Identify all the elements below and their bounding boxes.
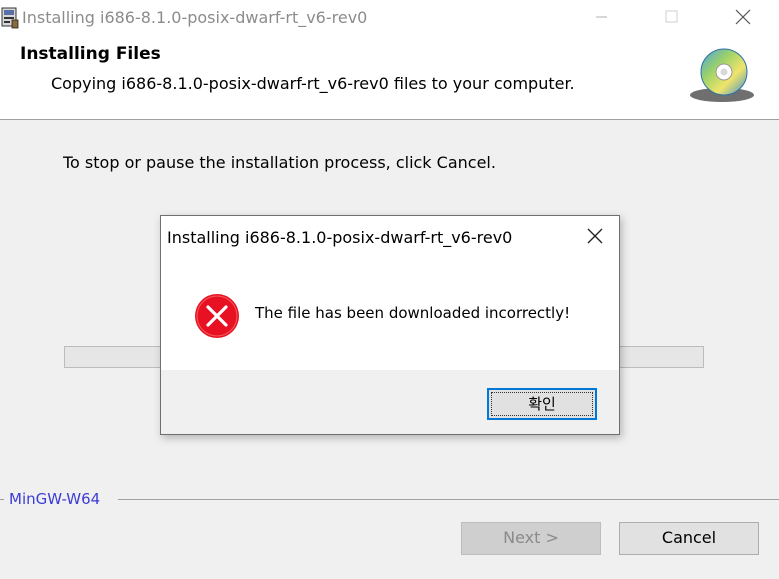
instruction-text: To stop or pause the installation proces… bbox=[63, 153, 496, 172]
window-titlebar: Installing i686-8.1.0-posix-dwarf-rt_v6-… bbox=[0, 0, 779, 36]
branding-divider-left bbox=[0, 499, 4, 500]
error-icon bbox=[195, 294, 239, 338]
ok-button[interactable]: 확인 bbox=[487, 388, 597, 420]
window-close-button[interactable] bbox=[718, 0, 764, 34]
maximize-icon bbox=[665, 10, 678, 23]
minimize-button[interactable] bbox=[582, 0, 628, 34]
dialog-close-icon[interactable] bbox=[585, 226, 605, 246]
installer-header: Installing Files Copying i686-8.1.0-posi… bbox=[0, 36, 779, 120]
dialog-message: The file has been downloaded incorrectly… bbox=[255, 304, 571, 322]
branding-divider bbox=[118, 499, 779, 500]
error-dialog: Installing i686-8.1.0-posix-dwarf-rt_v6-… bbox=[160, 215, 620, 435]
maximize-button[interactable] bbox=[648, 0, 694, 34]
cancel-button[interactable]: Cancel bbox=[619, 522, 759, 555]
close-icon bbox=[735, 9, 751, 25]
branding-label: MinGW-W64 bbox=[9, 490, 101, 508]
dialog-title: Installing i686-8.1.0-posix-dwarf-rt_v6-… bbox=[167, 228, 513, 247]
cd-disc-icon bbox=[690, 48, 754, 102]
installer-app-icon bbox=[1, 7, 19, 29]
window-title: Installing i686-8.1.0-posix-dwarf-rt_v6-… bbox=[22, 8, 368, 27]
next-button[interactable]: Next > bbox=[461, 522, 601, 555]
page-title: Installing Files bbox=[20, 44, 161, 64]
page-subtitle: Copying i686-8.1.0-posix-dwarf-rt_v6-rev… bbox=[51, 74, 575, 93]
ok-focus-rect bbox=[491, 392, 593, 416]
minimize-icon bbox=[596, 16, 607, 18]
